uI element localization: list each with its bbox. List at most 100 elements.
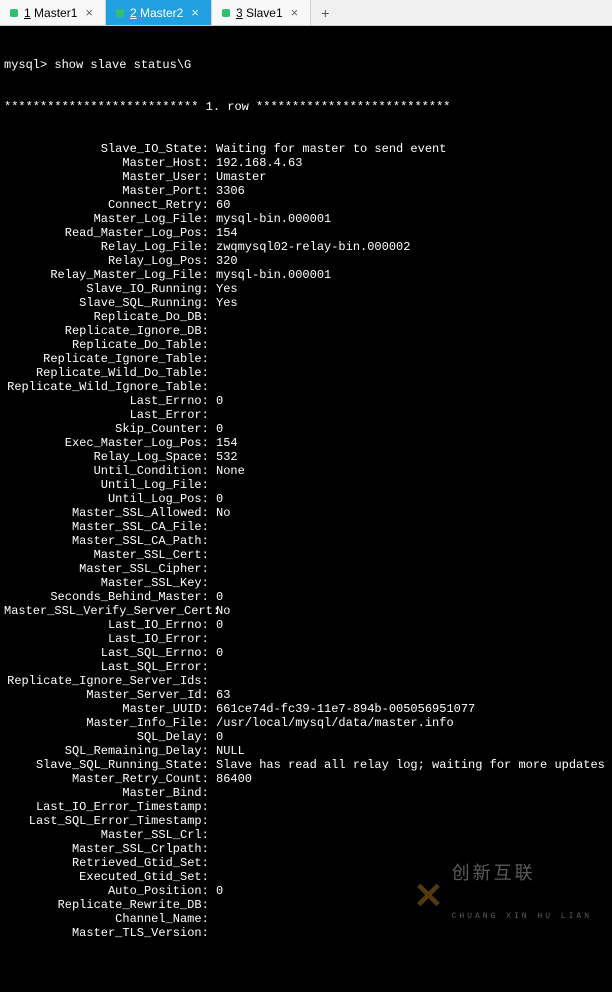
status-key: Executed_Gtid_Set: <box>4 870 216 884</box>
status-key: Master_SSL_Allowed: <box>4 506 216 520</box>
status-row: Replicate_Rewrite_DB: <box>4 898 608 912</box>
status-key: Replicate_Ignore_Table: <box>4 352 216 366</box>
close-icon[interactable]: × <box>189 5 201 20</box>
status-key: Replicate_Do_DB: <box>4 310 216 324</box>
status-row: Last_Errno: 0 <box>4 394 608 408</box>
status-row: Connect_Retry: 60 <box>4 198 608 212</box>
status-value: 0 <box>216 618 223 632</box>
status-row: Executed_Gtid_Set: <box>4 870 608 884</box>
status-row: Until_Log_Pos: 0 <box>4 492 608 506</box>
status-key: Replicate_Wild_Do_Table: <box>4 366 216 380</box>
row-separator: *************************** 1. row *****… <box>4 100 608 114</box>
status-value: zwqmysql02-relay-bin.000002 <box>216 240 410 254</box>
status-row: Replicate_Ignore_Table: <box>4 352 608 366</box>
tab-bar: 1 Master1×2 Master2×3 Slave1×+ <box>0 0 612 26</box>
status-key: Retrieved_Gtid_Set: <box>4 856 216 870</box>
status-value: 0 <box>216 884 223 898</box>
tab-label: 3 Slave1 <box>236 6 283 20</box>
status-value: Yes <box>216 282 238 296</box>
status-value: 320 <box>216 254 238 268</box>
status-row: Replicate_Wild_Ignore_Table: <box>4 380 608 394</box>
status-key: Seconds_Behind_Master: <box>4 590 216 604</box>
status-row: Master_Retry_Count: 86400 <box>4 772 608 786</box>
status-row: Master_SSL_Key: <box>4 576 608 590</box>
status-value: Umaster <box>216 170 266 184</box>
tab-master2[interactable]: 2 Master2× <box>106 0 212 25</box>
status-value: 0 <box>216 394 223 408</box>
status-row: SQL_Remaining_Delay: NULL <box>4 744 608 758</box>
status-value: /usr/local/mysql/data/master.info <box>216 716 454 730</box>
tab-master1[interactable]: 1 Master1 × <box>0 0 106 25</box>
status-key: Last_IO_Error_Timestamp: <box>4 800 216 814</box>
status-key: Master_SSL_CA_File: <box>4 520 216 534</box>
status-row: Relay_Master_Log_File: mysql-bin.000001 <box>4 268 608 282</box>
status-row: Last_SQL_Error: <box>4 660 608 674</box>
status-row: Master_Info_File: /usr/local/mysql/data/… <box>4 716 608 730</box>
status-value: 192.168.4.63 <box>216 156 302 170</box>
status-value: 3306 <box>216 184 245 198</box>
status-row: Master_SSL_Cert: <box>4 548 608 562</box>
status-key: Master_Host: <box>4 156 216 170</box>
status-key: Last_IO_Error: <box>4 632 216 646</box>
tab-label: 1 Master1 <box>24 6 77 20</box>
status-key: Last_Error: <box>4 408 216 422</box>
add-tab-button[interactable]: + <box>311 0 339 25</box>
status-value: mysql-bin.000001 <box>216 268 331 282</box>
status-row: Last_IO_Error_Timestamp: <box>4 800 608 814</box>
status-value: None <box>216 464 245 478</box>
status-key: Exec_Master_Log_Pos: <box>4 436 216 450</box>
status-key: Until_Log_Pos: <box>4 492 216 506</box>
status-key: Slave_IO_State: <box>4 142 216 156</box>
status-key: Master_SSL_CA_Path: <box>4 534 216 548</box>
status-row: Master_Host: 192.168.4.63 <box>4 156 608 170</box>
status-row: Master_SSL_CA_Path: <box>4 534 608 548</box>
status-value: 86400 <box>216 772 252 786</box>
status-row: Relay_Log_Space: 532 <box>4 450 608 464</box>
status-value: 0 <box>216 590 223 604</box>
status-key: Auto_Position: <box>4 884 216 898</box>
status-value: 0 <box>216 492 223 506</box>
status-key: Skip_Counter: <box>4 422 216 436</box>
status-key: Last_Errno: <box>4 394 216 408</box>
status-key: Connect_Retry: <box>4 198 216 212</box>
status-row: Master_Bind: <box>4 786 608 800</box>
status-value: 532 <box>216 450 238 464</box>
status-key: Master_Bind: <box>4 786 216 800</box>
status-value: Waiting for master to send event <box>216 142 446 156</box>
status-row: Read_Master_Log_Pos: 154 <box>4 226 608 240</box>
status-key: Last_SQL_Errno: <box>4 646 216 660</box>
status-key: Master_SSL_Key: <box>4 576 216 590</box>
status-row: Until_Condition: None <box>4 464 608 478</box>
status-row: Retrieved_Gtid_Set: <box>4 856 608 870</box>
terminal-output: mysql> show slave status\G *************… <box>0 26 612 992</box>
status-key: Slave_IO_Running: <box>4 282 216 296</box>
status-key: Relay_Master_Log_File: <box>4 268 216 282</box>
status-key: Relay_Log_File: <box>4 240 216 254</box>
close-icon[interactable]: × <box>83 5 95 20</box>
status-row: Master_User: Umaster <box>4 170 608 184</box>
status-row: Last_SQL_Errno: 0 <box>4 646 608 660</box>
status-row: Master_SSL_Crlpath: <box>4 842 608 856</box>
status-value: mysql-bin.000001 <box>216 212 331 226</box>
connection-icon <box>222 9 230 17</box>
status-value: 0 <box>216 646 223 660</box>
mysql-prompt: mysql> show slave status\G <box>4 58 608 72</box>
close-icon[interactable]: × <box>289 5 301 20</box>
status-row: Master_SSL_CA_File: <box>4 520 608 534</box>
status-row: Master_Server_Id: 63 <box>4 688 608 702</box>
status-row: Last_Error: <box>4 408 608 422</box>
status-row: Master_SSL_Verify_Server_Cert: No <box>4 604 608 618</box>
status-key: Last_IO_Errno: <box>4 618 216 632</box>
status-value: Slave has read all relay log; waiting fo… <box>216 758 605 772</box>
status-key: Replicate_Ignore_Server_Ids: <box>4 674 216 688</box>
status-key: Replicate_Wild_Ignore_Table: <box>4 380 216 394</box>
status-value: 0 <box>216 730 223 744</box>
status-row: Master_SSL_Allowed: No <box>4 506 608 520</box>
status-row: Replicate_Do_Table: <box>4 338 608 352</box>
tab-slave1[interactable]: 3 Slave1 × <box>212 0 311 25</box>
status-key: Until_Condition: <box>4 464 216 478</box>
connection-icon <box>10 9 18 17</box>
status-row: Master_SSL_Cipher: <box>4 562 608 576</box>
status-value: NULL <box>216 744 245 758</box>
status-row: Last_IO_Error: <box>4 632 608 646</box>
